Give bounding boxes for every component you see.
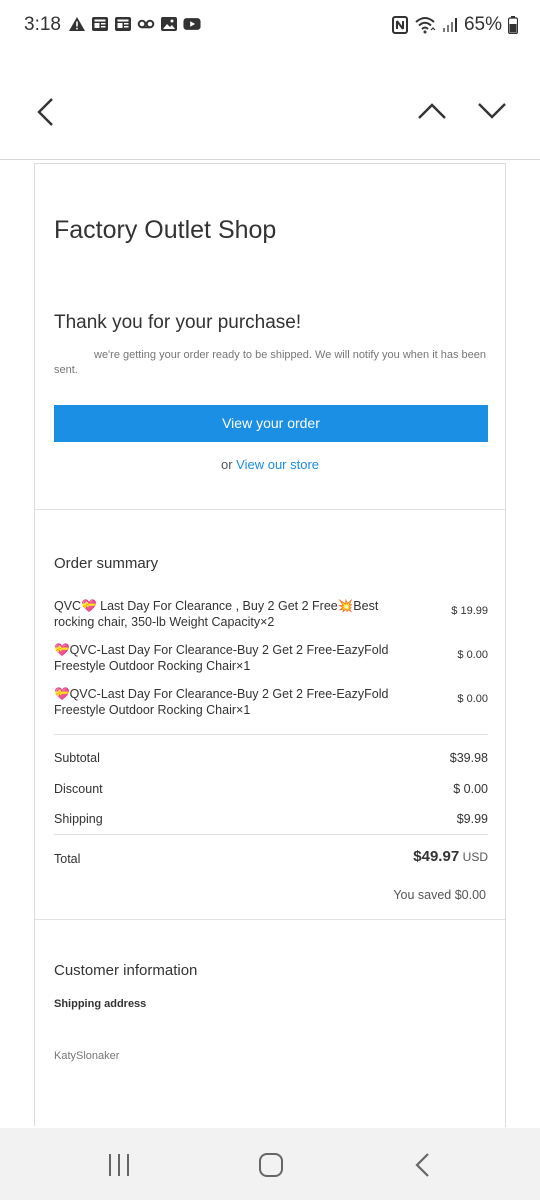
email-header: [0, 52, 540, 160]
status-bar: 3:18 65%: [0, 0, 540, 52]
order-item: 💝QVC-Last Day For Clearance-Buy 2 Get 2 …: [54, 642, 488, 674]
shipping-value: $9.99: [456, 812, 488, 826]
email-card: Factory Outlet Shop Thank you for your p…: [34, 163, 506, 1127]
wifi-icon: [415, 17, 436, 34]
view-store-link[interactable]: View our store: [236, 457, 319, 472]
email-body[interactable]: Factory Outlet Shop Thank you for your p…: [0, 161, 540, 1127]
view-order-button[interactable]: View your order: [54, 405, 488, 442]
thanks-heading: Thank you for your purchase!: [54, 312, 302, 333]
battery-icon: [508, 16, 518, 34]
youtube-icon: [183, 18, 201, 30]
total-row: Total $49.97 USD: [54, 848, 488, 866]
item-name: 💝QVC-Last Day For Clearance-Buy 2 Get 2 …: [54, 643, 389, 673]
item-price: $ 19.99: [451, 605, 488, 617]
subtotal-row: Subtotal $39.98: [54, 751, 488, 765]
customer-name: KatySlonaker: [54, 1050, 120, 1062]
shipping-address-label: Shipping address: [54, 998, 147, 1010]
subtotal-label: Subtotal: [54, 751, 100, 765]
voicemail-icon: [137, 19, 155, 29]
divider: [54, 834, 488, 835]
item-name: 💝QVC-Last Day For Clearance-Buy 2 Get 2 …: [54, 687, 389, 717]
total-amount: $49.97: [413, 848, 460, 865]
system-status: 65%: [391, 14, 518, 36]
discount-row: Discount $ 0.00: [54, 782, 488, 796]
order-summary-title: Order summary: [54, 555, 159, 572]
screen: 3:18 65% Factory Outlet Shop Thank you f: [0, 0, 540, 1200]
nfc-icon: [391, 16, 408, 34]
saved-text: You saved $0.00: [393, 888, 486, 902]
item-price: $ 0.00: [457, 649, 488, 661]
notification-icons: [68, 16, 201, 32]
subtotal-value: $39.98: [449, 751, 488, 765]
news-icon: [115, 17, 131, 31]
signal-icon: [442, 18, 457, 32]
news-icon: [92, 17, 108, 31]
order-item: 💝QVC-Last Day For Clearance-Buy 2 Get 2 …: [54, 686, 488, 718]
store-link-line: or View our store: [35, 457, 505, 472]
customer-info-section: Customer information Shipping address Ka…: [35, 920, 505, 1127]
shipping-label: Shipping: [54, 812, 103, 826]
item-name: QVC💝 Last Day For Clearance , Buy 2 Get …: [54, 599, 379, 629]
back-nav-button[interactable]: [408, 1150, 438, 1180]
recent-apps-button[interactable]: [104, 1150, 134, 1180]
home-button[interactable]: [256, 1150, 286, 1180]
divider: [54, 734, 488, 735]
discount-value: $ 0.00: [453, 782, 488, 796]
status-time: 3:18: [24, 14, 61, 35]
discount-label: Discount: [54, 782, 103, 796]
total-value: $49.97 USD: [413, 848, 488, 865]
back-button[interactable]: [34, 96, 58, 128]
order-item: QVC💝 Last Day For Clearance , Buy 2 Get …: [54, 598, 488, 630]
battery-percent: 65%: [463, 14, 502, 35]
navigation-bar: [0, 1128, 540, 1200]
total-currency: USD: [462, 850, 488, 864]
shop-name: Factory Outlet Shop: [54, 216, 277, 244]
image-icon: [161, 17, 177, 31]
header-section: Factory Outlet Shop Thank you for your p…: [35, 164, 505, 510]
order-notice: we're getting your order ready to be shi…: [54, 349, 487, 376]
item-price: $ 0.00: [457, 693, 488, 705]
or-text: or: [220, 457, 233, 472]
customer-info-title: Customer information: [54, 962, 198, 979]
next-email-button[interactable]: [476, 100, 508, 122]
warning-icon: [69, 17, 85, 31]
order-summary-section: Order summary QVC💝 Last Day For Clearanc…: [35, 510, 505, 920]
previous-email-button[interactable]: [416, 100, 448, 122]
total-label: Total: [54, 852, 81, 866]
shipping-row: Shipping $9.99: [54, 812, 488, 826]
